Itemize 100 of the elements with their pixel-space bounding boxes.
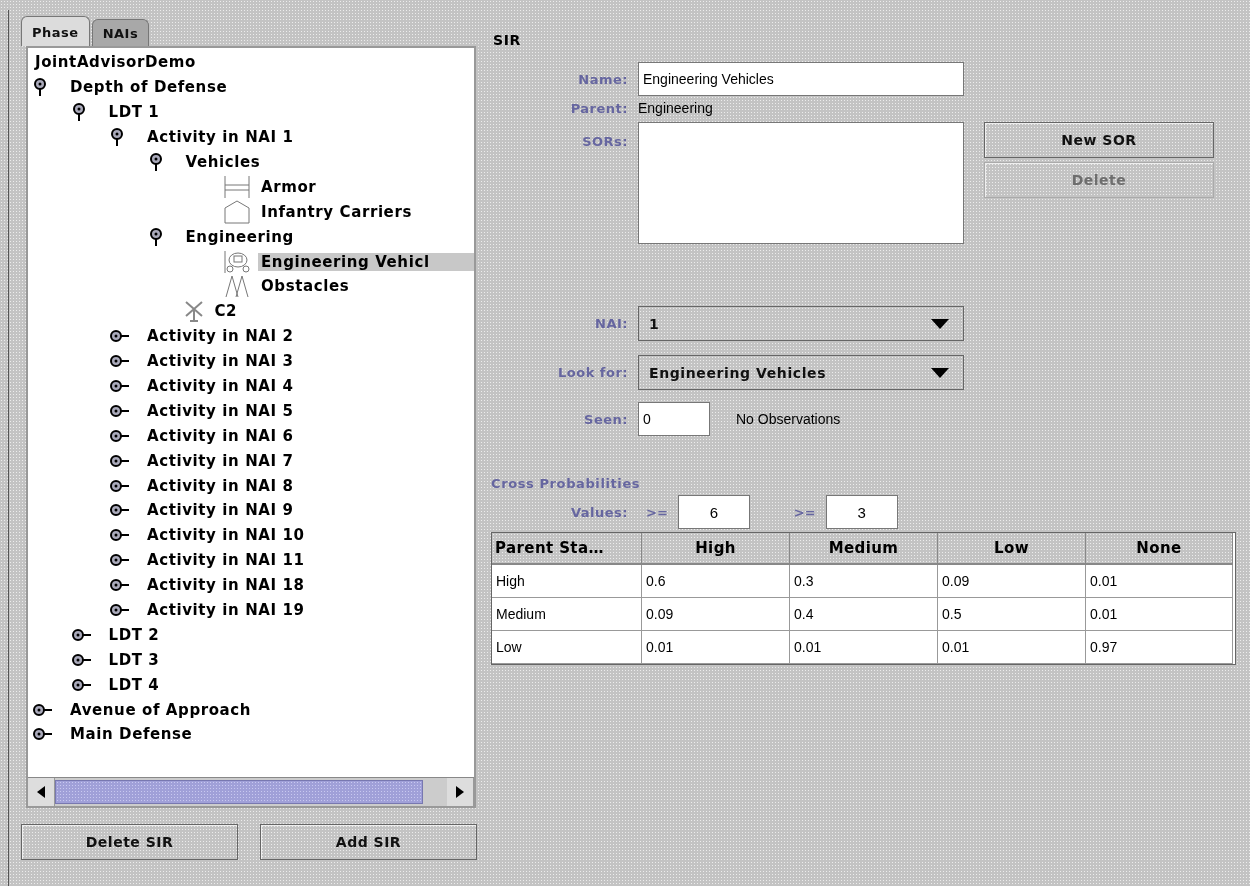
sir-button[interactable]: Delete SIR — [21, 824, 238, 860]
table-cell: 0.4 — [790, 598, 938, 631]
horizontal-scrollbar[interactable] — [28, 777, 474, 806]
column-header[interactable]: None — [1086, 533, 1233, 565]
antenna-symbol-icon — [183, 300, 204, 323]
collapsed-knob-icon[interactable] — [110, 379, 132, 393]
table-cell: High — [492, 565, 642, 598]
column-header[interactable]: Parent Sta… — [492, 533, 642, 565]
collapsed-knob-icon[interactable] — [110, 329, 132, 344]
collapsed-knob-icon[interactable] — [110, 553, 132, 568]
field-label: Name: — [577, 71, 628, 87]
tree-item[interactable]: LDT 3 — [105, 650, 163, 669]
tab[interactable]: NAIs — [91, 19, 150, 46]
look-for-dropdown[interactable]: Engineering Vehicles — [638, 355, 964, 390]
tree-item[interactable]: Activity in NAI 5 — [144, 401, 297, 420]
tree-item[interactable]: Depth of Defense — [67, 78, 231, 97]
collapsed-knob-icon[interactable] — [110, 603, 132, 618]
field-label: Parent: — [569, 100, 628, 116]
section-title: SIR — [493, 32, 522, 48]
dropdown-caret-icon — [931, 318, 949, 329]
tree-item[interactable]: Activity in NAI 1 — [144, 128, 297, 147]
column-header[interactable]: High — [642, 533, 790, 565]
section-title: Cross Probabilities — [491, 476, 642, 491]
expanded-knob-icon[interactable] — [33, 78, 47, 97]
tree-item[interactable]: Activity in NAI 3 — [144, 352, 297, 371]
collapsed-knob-icon[interactable] — [33, 702, 55, 717]
obstacle-symbol-icon — [224, 274, 250, 299]
observations-note: No Observations — [736, 411, 841, 427]
tree-item[interactable]: LDT 2 — [105, 625, 163, 644]
name-field[interactable]: Engineering Vehicles — [638, 62, 964, 96]
expanded-knob-icon[interactable] — [110, 128, 124, 147]
column-header[interactable]: Low — [938, 533, 1086, 565]
sor-button[interactable]: New SOR — [984, 122, 1214, 158]
table-cell: 0.5 — [938, 598, 1086, 631]
threshold-field[interactable]: 6 — [677, 495, 750, 529]
tree-item[interactable]: Activity in NAI 6 — [144, 426, 297, 445]
collapsed-knob-icon[interactable] — [33, 727, 55, 742]
tree-item[interactable]: Infantry Carriers — [258, 202, 415, 221]
operator-label: >= — [793, 504, 816, 520]
table-cell: 0.09 — [938, 565, 1086, 598]
tree-item[interactable]: Activity in NAI 9 — [144, 501, 297, 520]
tab[interactable]: Phase — [21, 16, 90, 46]
threshold-field[interactable]: 3 — [825, 495, 898, 529]
tree-item[interactable]: Avenue of Approach — [67, 700, 255, 719]
sir-button[interactable]: Add SIR — [260, 824, 477, 860]
table-cell: 0.3 — [790, 565, 938, 598]
table-cell: Medium — [492, 598, 642, 631]
collapsed-knob-icon[interactable] — [110, 354, 132, 369]
field-label: Look for: — [557, 365, 628, 380]
table-cell: 0.01 — [642, 631, 790, 664]
expanded-knob-icon[interactable] — [148, 153, 163, 171]
nai-dropdown[interactable]: 1 — [638, 306, 964, 341]
collapsed-knob-icon[interactable] — [110, 453, 132, 468]
collapsed-knob-icon[interactable] — [71, 652, 94, 667]
tree-item[interactable]: C2 — [211, 302, 241, 321]
table-cell: 0.01 — [938, 631, 1086, 664]
tree-item[interactable]: Activity in NAI 19 — [144, 601, 308, 620]
tree-item[interactable]: Activity in NAI 18 — [144, 576, 308, 595]
expanded-knob-icon[interactable] — [71, 103, 86, 122]
tree-item[interactable]: Activity in NAI 10 — [144, 526, 308, 545]
collapsed-knob-icon[interactable] — [110, 428, 132, 443]
collapsed-knob-icon[interactable] — [71, 677, 94, 692]
dropdown-caret-icon — [931, 367, 949, 378]
table-cell: 0.6 — [642, 565, 790, 598]
table-cell: 0.09 — [642, 598, 790, 631]
tree-item[interactable]: Vehicles — [182, 153, 264, 171]
armor-symbol-icon — [224, 174, 250, 199]
collapsed-knob-icon[interactable] — [110, 578, 132, 593]
engineer-symbol-icon — [224, 249, 250, 274]
tree-item[interactable]: Activity in NAI 8 — [144, 476, 297, 495]
collapsed-knob-icon[interactable] — [110, 528, 132, 543]
collapsed-knob-icon[interactable] — [110, 503, 132, 518]
field-label: Seen: — [583, 411, 628, 427]
seen-field[interactable]: 0 — [638, 402, 710, 436]
collapsed-knob-icon[interactable] — [110, 478, 132, 493]
operator-label: >= — [646, 504, 668, 520]
table-cell: Low — [492, 631, 642, 664]
tree-item[interactable]: Armor — [258, 177, 320, 196]
parent-value: Engineering — [638, 100, 713, 116]
column-header[interactable]: Medium — [790, 533, 938, 565]
tree-item[interactable]: Activity in NAI 4 — [144, 377, 297, 395]
tree-item[interactable]: LDT 4 — [105, 675, 163, 694]
tree-item[interactable]: Activity in NAI 7 — [144, 451, 297, 470]
scroll-left-icon[interactable] — [37, 786, 45, 798]
scroll-right-icon[interactable] — [456, 786, 464, 798]
tree-item[interactable]: Engineering — [182, 227, 297, 246]
tree-item[interactable]: Obstacles — [258, 277, 353, 296]
tree-item[interactable]: Activity in NAI 2 — [144, 327, 297, 346]
collapsed-knob-icon[interactable] — [110, 403, 132, 418]
tree-item[interactable]: Engineering Vehicl — [258, 252, 474, 271]
sors-list[interactable] — [638, 122, 964, 244]
tree-item[interactable]: LDT 1 — [105, 103, 163, 122]
tree-item[interactable]: Main Defense — [67, 725, 196, 744]
collapsed-knob-icon[interactable] — [71, 627, 94, 642]
tree-item[interactable]: Activity in NAI 11 — [144, 551, 308, 570]
field-label: SORs: — [581, 134, 628, 149]
tree-item[interactable]: JointAdvisorDemo — [32, 53, 199, 72]
field-label: NAI: — [594, 316, 628, 331]
table-cell: 0.97 — [1086, 631, 1233, 664]
expanded-knob-icon[interactable] — [148, 227, 163, 246]
